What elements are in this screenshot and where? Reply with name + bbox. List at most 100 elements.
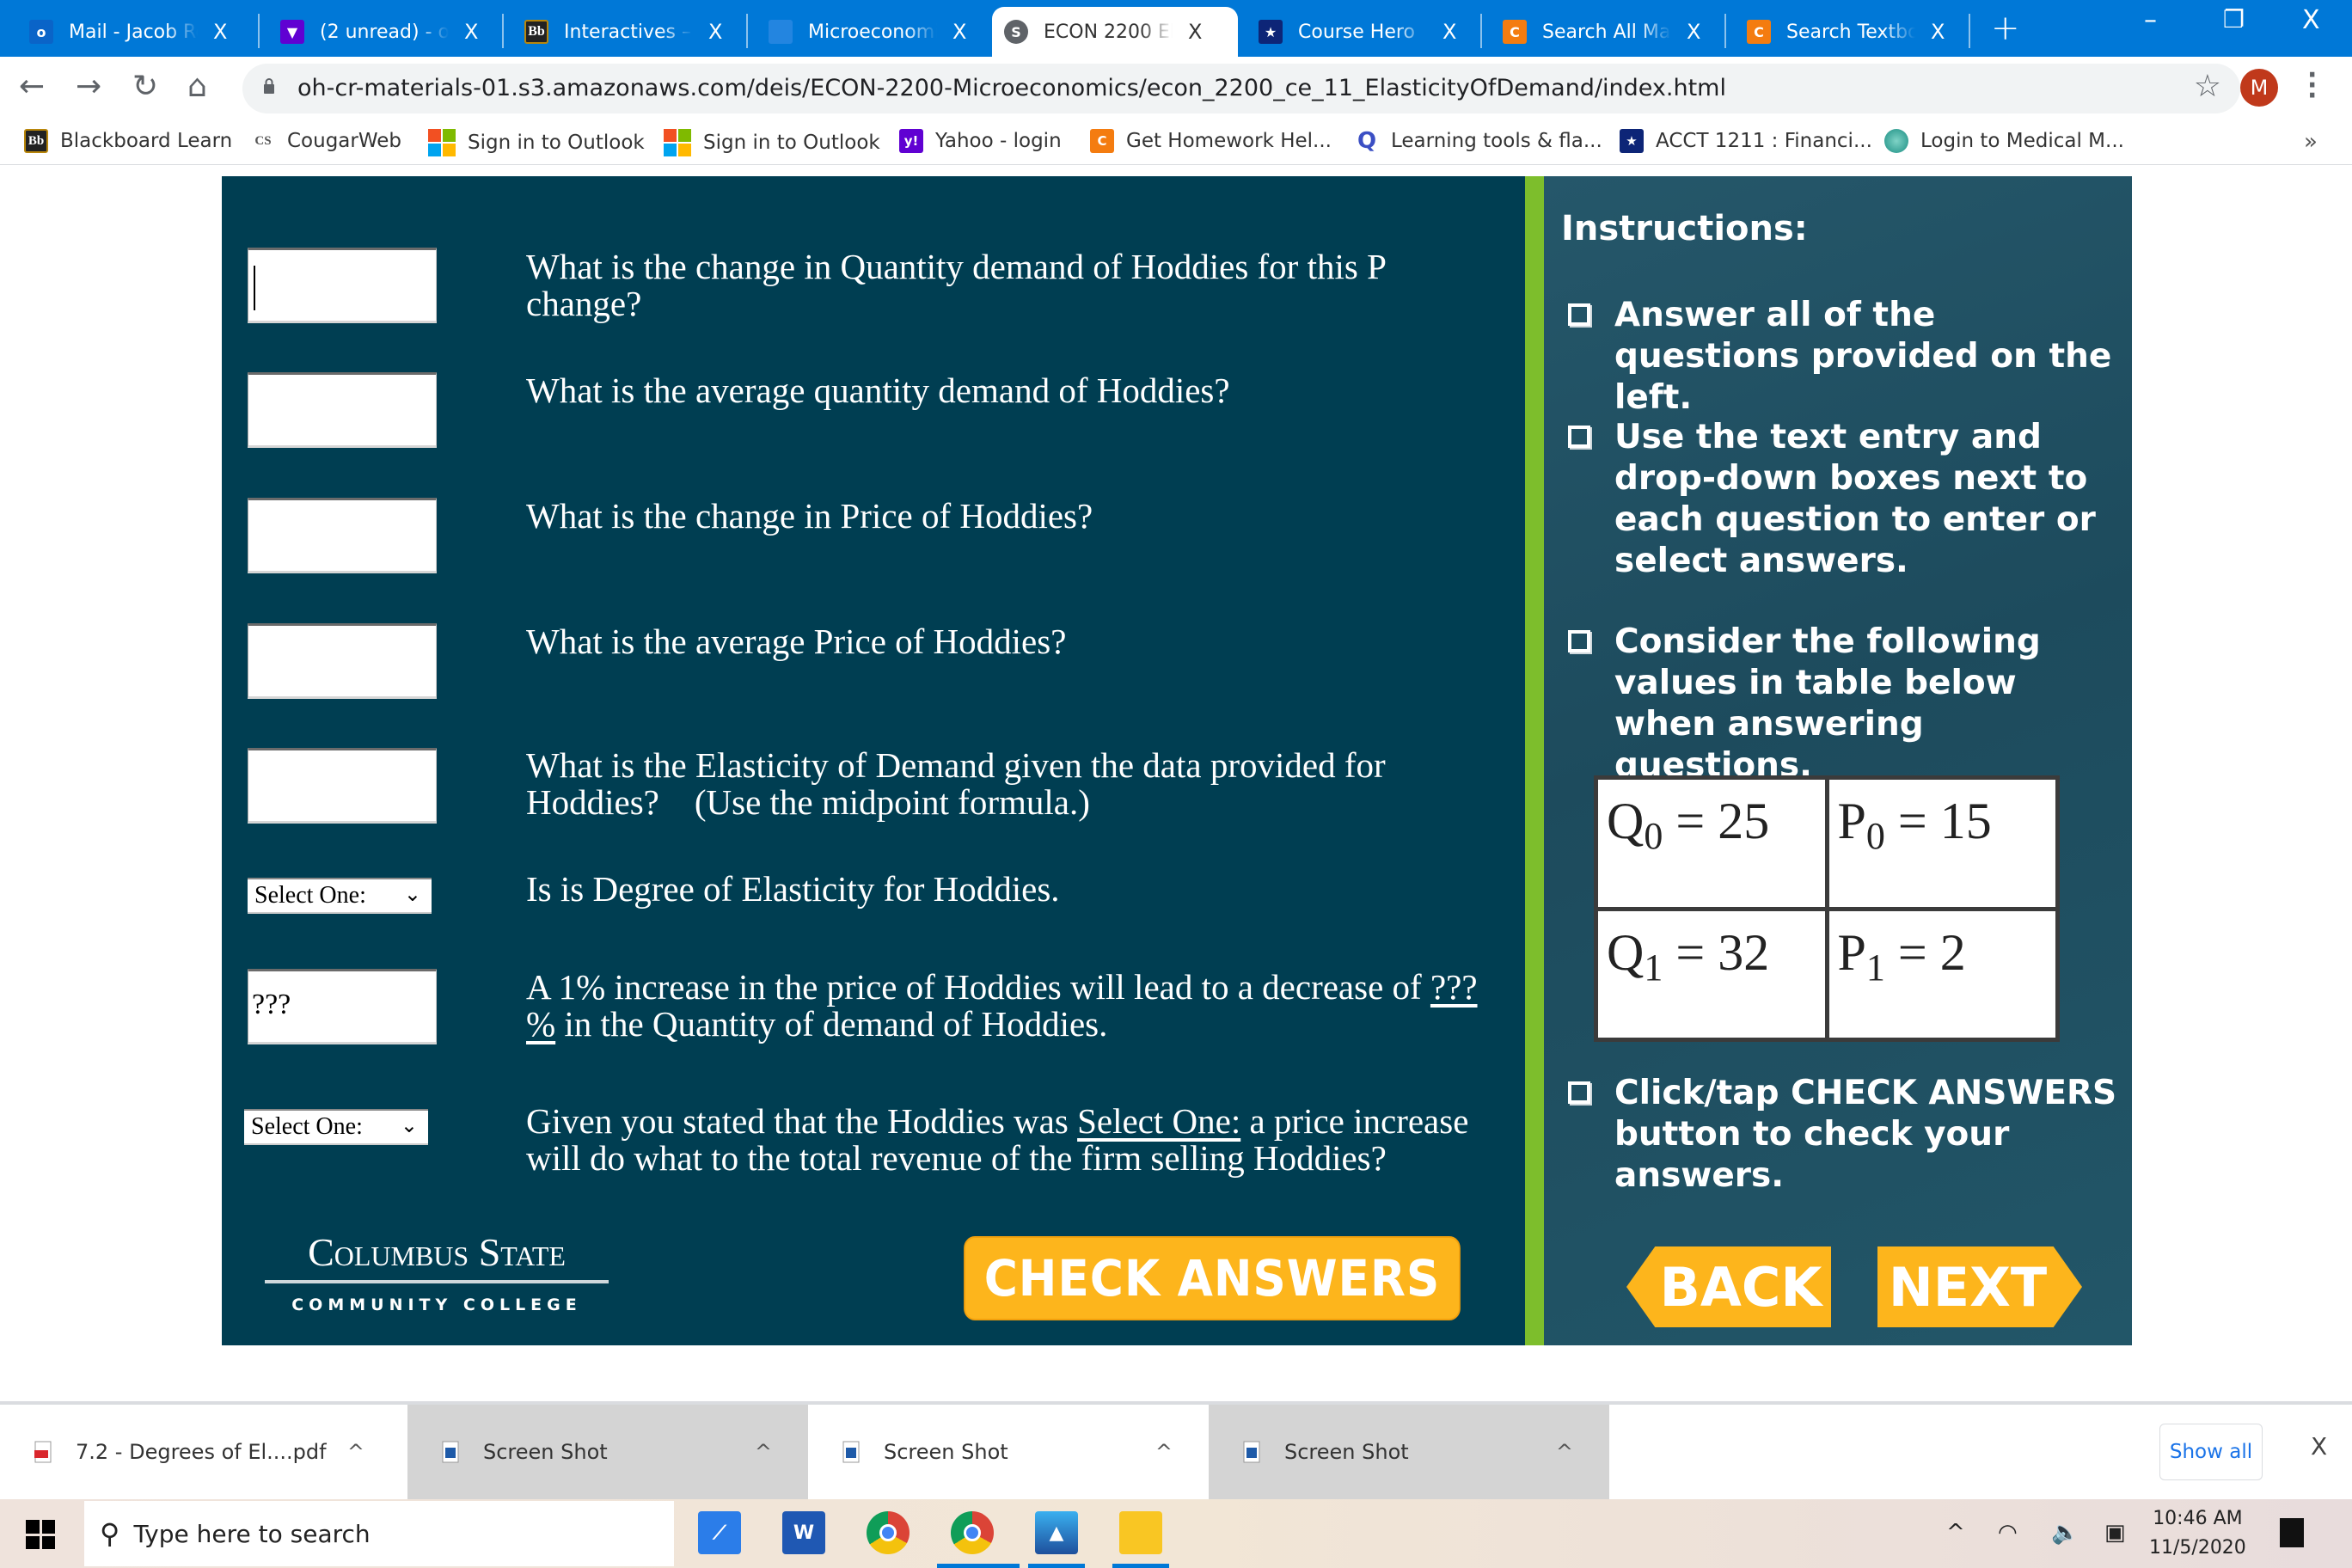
pdf-icon: [34, 1441, 52, 1463]
outlook-icon: o: [29, 20, 53, 44]
word-icon[interactable]: W: [782, 1511, 825, 1554]
close-shelf-icon[interactable]: X: [2311, 1432, 2327, 1461]
question-text: A 1% increase in the price of Hoddies wi…: [526, 967, 1478, 1044]
forward-arrow-icon[interactable]: →: [76, 69, 101, 104]
download-item-screenshot[interactable]: Screen Shot ^: [407, 1405, 808, 1499]
bookmark-star-icon[interactable]: ☆: [2194, 69, 2221, 104]
tab-mail[interactable]: o Mail - Jacob Ro X: [17, 7, 227, 57]
back-button[interactable]: BACK: [1626, 1246, 1831, 1327]
chevron-up-icon[interactable]: ^: [755, 1440, 772, 1464]
tab-close-icon[interactable]: X: [1687, 20, 1700, 44]
action-center-icon[interactable]: [2280, 1518, 2304, 1547]
tab-close-icon[interactable]: X: [708, 20, 722, 44]
instruction-item: Use the text entry and drop-down boxes n…: [1568, 417, 2118, 582]
next-button[interactable]: NEXT: [1877, 1246, 2082, 1327]
system-clock[interactable]: 10:46 AM 11/5/2020: [2149, 1504, 2246, 1563]
chevron-up-icon[interactable]: ^: [1556, 1440, 1573, 1464]
download-item-screenshot[interactable]: Screen Shot ^: [808, 1405, 1209, 1499]
bookmark-outlook-2[interactable]: Sign in to Outlook: [664, 129, 880, 156]
new-tab-button[interactable]: +: [1991, 9, 2020, 48]
battery-icon[interactable]: ▣: [2104, 1520, 2126, 1546]
file-explorer-icon[interactable]: [1119, 1511, 1162, 1554]
bookmark-chegg[interactable]: C Get Homework Hel...: [1090, 129, 1332, 153]
show-all-downloads-button[interactable]: Show all: [2159, 1424, 2263, 1480]
chrome-icon[interactable]: [867, 1511, 910, 1554]
photos-icon[interactable]: ▲: [1035, 1511, 1078, 1554]
chegg-icon: C: [1090, 129, 1114, 153]
tab-interactives[interactable]: Bb Interactives – P X: [512, 7, 722, 57]
tab-econ-2200-active[interactable]: S ECON 2200 Ela X: [992, 7, 1238, 57]
question-text: What is the change in Price of Hoddies?: [526, 496, 1093, 536]
logo-divider: [265, 1280, 609, 1283]
chevron-up-icon[interactable]: ^: [1155, 1440, 1173, 1464]
show-hidden-icons-chevron[interactable]: ^: [1946, 1520, 1965, 1546]
restore-button[interactable]: ❐: [2223, 5, 2245, 34]
image-file-icon: [842, 1441, 860, 1463]
tab-close-icon[interactable]: X: [952, 20, 966, 44]
tab-yahoo-mail[interactable]: ▼ (2 unread) - os X: [268, 7, 478, 57]
windows-taskbar: ⚲ Type here to search ⟋ W ▲ ^ ◠ 🔈 ▣ 10:4…: [0, 1499, 2352, 1568]
question-text: Given you stated that the Hoddies was Se…: [526, 1101, 1469, 1178]
answer-input-percent-decrease[interactable]: ???: [248, 969, 437, 1044]
chevron-up-icon[interactable]: ^: [347, 1440, 364, 1464]
tab-separator: [746, 14, 748, 48]
url-text[interactable]: oh-cr-materials-01.s3.amazonaws.com/deis…: [297, 75, 1726, 101]
tab-close-icon[interactable]: X: [1931, 20, 1945, 44]
answer-input-elasticity[interactable]: [248, 748, 437, 824]
taskbar-search-box[interactable]: ⚲ Type here to search: [84, 1501, 674, 1566]
answer-input-average-price[interactable]: [248, 623, 437, 699]
bookmark-course-hero[interactable]: ★ ACCT 1211 : Financi...: [1620, 129, 1872, 153]
checkbox-bullet-icon: [1568, 426, 1590, 448]
checkbox-bullet-icon: [1568, 630, 1590, 652]
bookmark-yahoo-login[interactable]: y! Yahoo - login: [899, 129, 1062, 153]
bookmark-outlook-1[interactable]: Sign in to Outlook: [428, 129, 645, 156]
window-close-button[interactable]: X: [2302, 5, 2320, 35]
columbus-state-logo: Columbus State COMMUNITY COLLEGE: [265, 1229, 609, 1314]
question-text: What is the average Price of Hoddies?: [526, 622, 1067, 661]
scanner-app-icon[interactable]: ⟋: [698, 1511, 741, 1554]
bookmark-cougarweb[interactable]: CS CougarWeb: [251, 129, 401, 153]
download-item-pdf[interactable]: 7.2 - Degrees of El....pdf ^: [0, 1405, 401, 1499]
quizlet-icon: Q: [1357, 128, 1377, 154]
reload-icon[interactable]: ↻: [132, 69, 158, 104]
wifi-icon[interactable]: ◠: [1998, 1520, 2018, 1546]
menu-kebab-icon[interactable]: · · ·: [2307, 63, 2317, 109]
bookmark-medical[interactable]: Login to Medical M...: [1884, 129, 2124, 153]
tab-separator: [502, 14, 504, 48]
tab-search-textbooks[interactable]: C Search Textboo X: [1735, 7, 1945, 57]
bookmark-quizlet[interactable]: Q Learning tools & fla...: [1355, 128, 1602, 154]
back-arrow-icon[interactable]: ←: [19, 69, 45, 104]
profile-avatar[interactable]: M: [2240, 69, 2278, 107]
tab-course-hero[interactable]: ★ Course Hero X: [1246, 7, 1456, 57]
instruction-item: Answer all of the questions provided on …: [1568, 295, 2118, 419]
check-answers-button[interactable]: CHECK ANSWERS: [964, 1236, 1461, 1320]
tab-separator: [1480, 14, 1482, 48]
checkbox-bullet-icon: [1568, 303, 1590, 326]
windows-start-icon[interactable]: [26, 1520, 55, 1549]
address-bar[interactable]: oh-cr-materials-01.s3.amazonaws.com/deis…: [242, 64, 2240, 113]
minimize-button[interactable]: –: [2144, 5, 2157, 35]
bookmark-blackboard-learn[interactable]: Bb Blackboard Learn: [24, 129, 232, 153]
total-revenue-select[interactable]: Select One: ⌄: [244, 1109, 428, 1145]
value-cell-p0: P0 = 15: [1828, 780, 2055, 907]
tab-close-icon[interactable]: X: [464, 20, 478, 44]
bookmarks-overflow-button[interactable]: »: [2304, 129, 2318, 155]
browser-toolbar: ← → ↻ ⌂ oh-cr-materials-01.s3.amazonaws.…: [0, 57, 2352, 120]
download-item-screenshot[interactable]: Screen Shot ^: [1209, 1405, 1609, 1499]
answer-input-quantity-change[interactable]: [248, 248, 437, 323]
tab-close-icon[interactable]: X: [213, 20, 227, 44]
chrome-icon[interactable]: [951, 1511, 994, 1554]
tab-search-all-materials[interactable]: C Search All Mat X: [1491, 7, 1700, 57]
tab-close-icon[interactable]: X: [1188, 20, 1202, 44]
instruction-item: Consider the following values in table b…: [1568, 622, 2118, 787]
answer-input-price-change[interactable]: [248, 498, 437, 573]
volume-icon[interactable]: 🔈: [2051, 1520, 2079, 1546]
page-viewport: What is the change in Quantity demand of…: [0, 166, 2352, 1401]
answer-input-average-quantity[interactable]: [248, 372, 437, 448]
degree-of-elasticity-select[interactable]: Select One: ⌄: [248, 878, 432, 914]
question-text: What is the Elasticity of Demand given t…: [526, 745, 1394, 822]
tab-close-icon[interactable]: X: [1442, 20, 1456, 44]
tab-microeconomics[interactable]: Microeconomi X: [756, 7, 966, 57]
home-icon[interactable]: ⌂: [187, 69, 207, 104]
question-text: What is the change in Quantity demand of…: [526, 247, 1386, 323]
